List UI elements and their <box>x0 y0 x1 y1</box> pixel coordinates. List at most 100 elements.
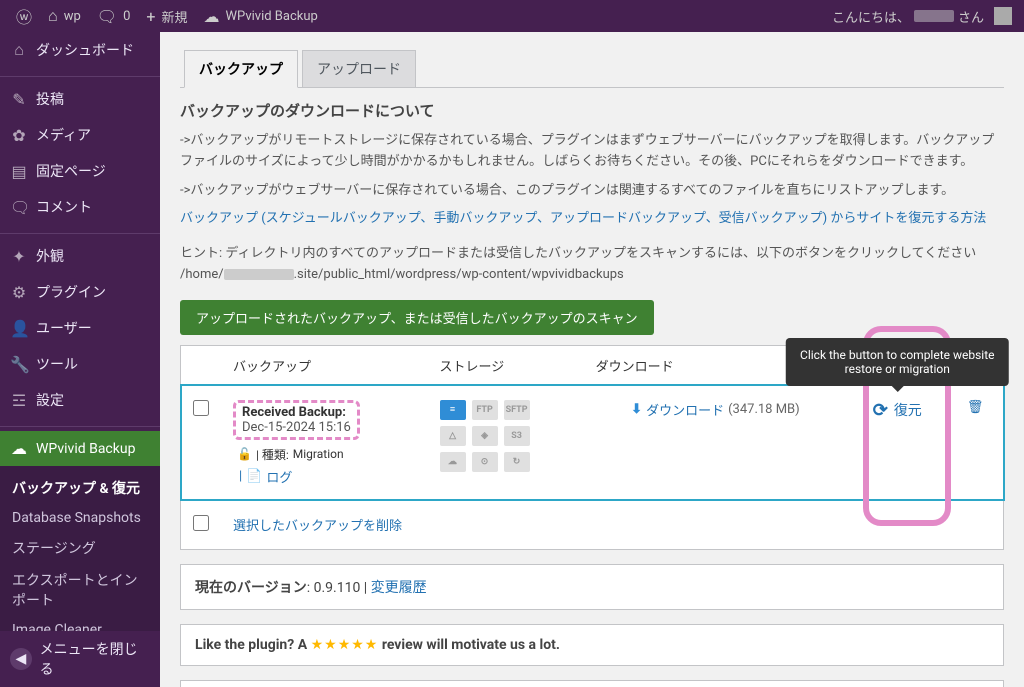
cloud-icon: ☁ <box>203 7 219 26</box>
log-link[interactable]: ログ <box>266 467 292 486</box>
col-backup: バックアップ <box>221 345 428 385</box>
greeting-prefix: こんにちは、 <box>832 7 910 26</box>
row-checkbox[interactable] <box>193 400 209 416</box>
comment-icon: 🗨 <box>97 7 117 26</box>
sidebar-item-label: 固定ページ <box>36 161 106 181</box>
tools-icon: 🔧 <box>10 355 28 374</box>
log-icon: 📄 <box>246 469 262 484</box>
path-redacted <box>224 269 294 280</box>
comments-icon: 🗨 <box>10 198 28 217</box>
submenu-item[interactable]: バックアップ & 復元 <box>0 472 160 504</box>
submenu-item[interactable]: ステージング <box>0 532 160 564</box>
collapse-icon: ◀ <box>10 648 32 670</box>
backup-size: (347.18 MB) <box>728 402 800 417</box>
storage-sftp-icon: SFTP <box>504 400 530 420</box>
storage-other-icon: ↻ <box>504 452 530 472</box>
backup-row: Received Backup: Dec-15-2024 15:16 🔓 | 種… <box>181 385 1004 500</box>
sidebar-item-tools[interactable]: 🔧 ツール <box>0 346 160 382</box>
desc-local: ->バックアップがウェブサーバーに保存されている場合、このプラグインは関連するす… <box>180 181 1004 202</box>
plugins-icon: ⚙ <box>10 283 28 302</box>
lock-icon[interactable]: 🔓 <box>237 447 252 461</box>
sidebar-item-label: プラグイン <box>36 282 106 302</box>
sidebar-item-wpvivid[interactable]: ☁ WPvivid Backup <box>0 431 160 466</box>
sidebar-item-appearance[interactable]: ✦ 外観 <box>0 238 160 274</box>
wpvivid-icon: ☁ <box>10 439 28 458</box>
users-icon: 👤 <box>10 319 28 338</box>
like-suffix: review will motivate us a lot. <box>378 637 560 653</box>
sidebar-item-comments[interactable]: 🗨 コメント <box>0 189 160 225</box>
wordpress-icon: ⓦ <box>16 4 32 28</box>
download-link[interactable]: ⬇ ダウンロード (347.18 MB) <box>631 400 800 419</box>
rating-stars-link[interactable]: ★★★★★ <box>311 637 379 653</box>
new-content-menu[interactable]: + 新規 <box>138 0 195 32</box>
tab[interactable]: バックアップ <box>184 50 298 88</box>
restore-button[interactable]: ⟳ 復元 <box>873 400 922 421</box>
changelog-link[interactable]: 変更履歴 <box>371 580 427 596</box>
media-icon: ✿ <box>10 126 28 145</box>
collapse-label: メニューを閉じる <box>40 639 150 679</box>
like-prefix: Like the plugin? A <box>195 637 311 653</box>
storage-gdrive-icon: △ <box>440 426 466 446</box>
new-label: 新規 <box>161 7 187 26</box>
download-label: ダウンロード <box>646 400 724 419</box>
sidebar-item-posts[interactable]: ✎投稿 <box>0 81 160 117</box>
wpvivid-label: WPvivid Backup <box>225 9 317 24</box>
avatar <box>994 7 1012 25</box>
storage-ftp-icon: FTP <box>472 400 498 420</box>
sidebar-item-label: コメント <box>36 197 92 217</box>
restore-howto-link[interactable]: バックアップ (スケジュールバックアップ、手動バックアップ、アップロードバックア… <box>180 211 986 226</box>
backup-table: バックアップ ストレージ ダウンロード 復元 Received Backup: … <box>180 345 1004 550</box>
sidebar-item-media[interactable]: ✿メディア <box>0 117 160 153</box>
pages-icon: ▤ <box>10 162 28 181</box>
comment-count: 0 <box>123 9 130 24</box>
posts-icon: ✎ <box>10 90 28 109</box>
sidebar-item-users[interactable]: 👤ユーザー <box>0 310 160 346</box>
tab[interactable]: アップロード <box>302 50 416 87</box>
desc-remote: ->バックアップがリモートストレージに保存されている場合、プラグインはまずウェブ… <box>180 131 1004 173</box>
version-box: 現在のバージョン: 0.9.110 | 変更履歴 <box>180 564 1004 610</box>
sidebar-item-label: 外観 <box>36 246 64 266</box>
home-icon: ⌂ <box>48 6 58 26</box>
admin-toolbar: ⓦ ⌂ wp 🗨 0 + 新規 ☁ WPvivid Backup こんにちは、 … <box>0 0 1024 32</box>
col-checkbox <box>181 345 222 385</box>
appearance-icon: ✦ <box>10 247 28 266</box>
storage-s3-icon: S3 <box>504 426 530 446</box>
sidebar-item-settings[interactable]: ☲ 設定 <box>0 382 160 418</box>
user-menu[interactable]: こんにちは、 さん <box>832 7 1016 26</box>
admin-sidebar: ⌂ダッシュボード ✎投稿✿メディア ▤ 固定ページ 🗨 コメント ✦ 外観 ⚙ プラグイン 👤ユーザ… <box>0 32 160 687</box>
delete-backup-icon[interactable]: 🗑 <box>967 400 984 415</box>
user-display-name <box>914 10 954 22</box>
plus-icon: + <box>146 7 155 26</box>
sidebar-item-dashboard[interactable]: ⌂ダッシュボード <box>0 32 160 68</box>
select-all-checkbox[interactable] <box>193 515 209 531</box>
version-prefix: 現在のバージョン <box>195 580 307 596</box>
sidebar-item-label: ツール <box>36 354 78 374</box>
sidebar-item-plugins[interactable]: ⚙ プラグイン <box>0 274 160 310</box>
col-storage: ストレージ <box>428 345 584 385</box>
wpvivid-topbar[interactable]: ☁ WPvivid Backup <box>195 0 325 32</box>
submenu-item[interactable]: エクスポートとインポート <box>0 564 160 616</box>
type-label: | 種類: <box>256 446 289 463</box>
sidebar-item-label: WPvivid Backup <box>36 441 135 457</box>
collapse-menu[interactable]: ◀ メニューを閉じる <box>0 631 160 687</box>
delete-selected-link[interactable]: 選択したバックアップを削除 <box>233 519 402 534</box>
restore-tooltip: Click the button to complete websiterest… <box>786 338 1008 386</box>
wp-logo[interactable]: ⓦ <box>8 0 40 32</box>
storage-local-icon: ≡ <box>440 400 466 420</box>
storage-dropbox-icon: ◈ <box>472 426 498 446</box>
settings-icon: ☲ <box>10 391 28 410</box>
scan-button[interactable]: アップロードされたバックアップ、または受信したバックアップのスキャン <box>180 300 654 335</box>
troubleshooting-box: トラブルシューティング <box>180 680 1004 687</box>
site-name: wp <box>64 9 81 24</box>
site-menu[interactable]: ⌂ wp <box>40 0 89 32</box>
backup-title: Received Backup: <box>242 405 351 420</box>
backup-type: Migration <box>293 447 344 461</box>
review-box: Like the plugin? A ★★★★★ review will mot… <box>180 624 1004 666</box>
comments-menu[interactable]: 🗨 0 <box>89 0 139 32</box>
sidebar-item-pages[interactable]: ▤ 固定ページ <box>0 153 160 189</box>
restore-label: 復元 <box>894 400 922 420</box>
tab-bar: バックアップアップロード <box>180 42 1004 88</box>
storage-onedrive-icon: ☁ <box>440 452 466 472</box>
sidebar-item-label: 設定 <box>36 390 64 410</box>
submenu-item[interactable]: Database Snapshots <box>0 504 160 532</box>
